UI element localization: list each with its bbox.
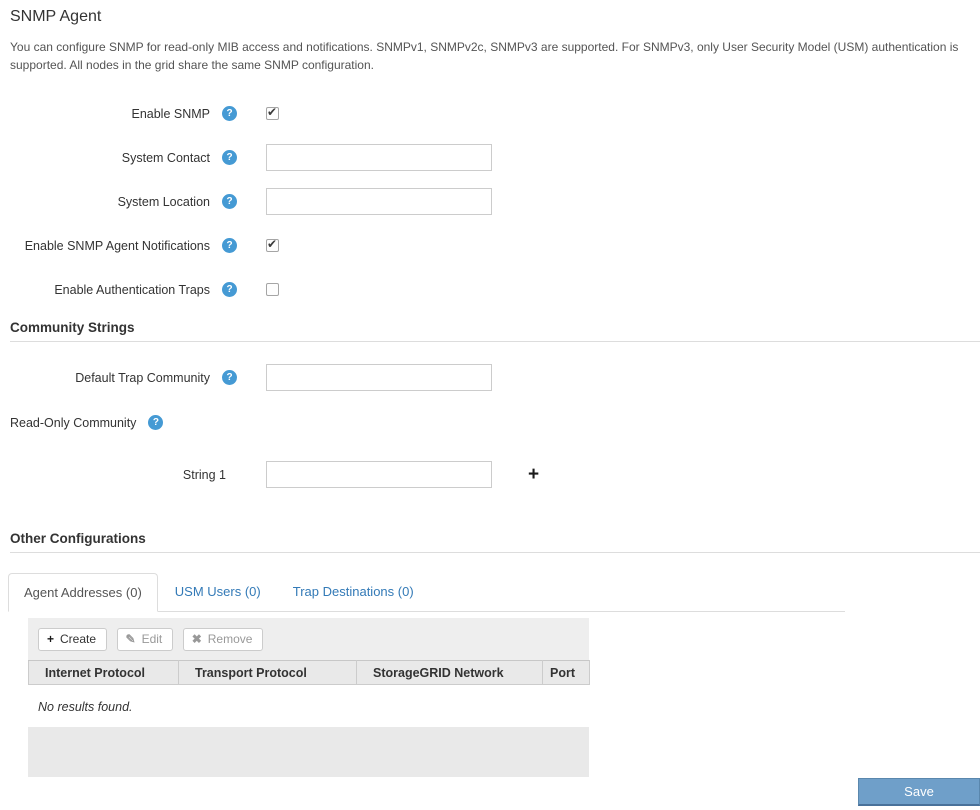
help-icon[interactable]: ?	[222, 106, 237, 121]
pencil-icon: ✎	[125, 632, 136, 646]
table-header-row: Internet Protocol Transport Protocol Sto…	[28, 660, 590, 685]
auth-traps-checkbox[interactable]	[266, 283, 279, 296]
section-divider	[10, 341, 980, 342]
enable-snmp-row: Enable SNMP ?	[10, 100, 980, 127]
agent-notifications-checkbox[interactable]	[266, 237, 279, 252]
tab-usm-users[interactable]: USM Users (0)	[160, 573, 276, 611]
help-icon[interactable]: ?	[222, 282, 237, 297]
help-icon[interactable]: ?	[222, 370, 237, 385]
table-footer	[28, 727, 589, 777]
other-configurations-section: Other Configurations Agent Addresses (0)…	[8, 531, 980, 777]
edit-button-label: Edit	[141, 632, 163, 646]
community-strings-heading: Community Strings	[10, 320, 135, 335]
default-trap-community-label: Default Trap Community	[75, 370, 210, 385]
column-header-transport-protocol[interactable]: Transport Protocol	[178, 660, 357, 685]
other-configurations-tabs: Agent Addresses (0) USM Users (0) Trap D…	[8, 573, 845, 612]
column-header-port[interactable]: Port	[542, 660, 590, 685]
tab-agent-addresses[interactable]: Agent Addresses (0)	[8, 573, 158, 612]
tab-trap-destinations[interactable]: Trap Destinations (0)	[278, 573, 429, 611]
string-1-label: String 1	[182, 467, 226, 482]
system-contact-row: System Contact ?	[10, 144, 980, 171]
string-1-input[interactable]	[266, 461, 492, 488]
column-header-storagegrid-network[interactable]: StorageGRID Network	[356, 660, 543, 685]
community-strings-section: Community Strings Default Trap Community…	[10, 320, 980, 488]
save-button[interactable]: Save	[858, 778, 980, 806]
agent-notifications-label: Enable SNMP Agent Notifications	[24, 238, 210, 253]
page-title: SNMP Agent	[10, 8, 102, 25]
agent-addresses-toolbar: + Create ✎ Edit ✖ Remove	[28, 618, 589, 660]
system-location-row: System Location ?	[10, 188, 980, 215]
no-results-message: No results found.	[38, 700, 133, 714]
edit-button[interactable]: ✎ Edit	[116, 628, 174, 651]
default-trap-community-input[interactable]	[266, 364, 492, 391]
agent-addresses-pane: + Create ✎ Edit ✖ Remove Internet Protocol …	[28, 618, 590, 777]
string-1-row: String 1 +	[10, 461, 980, 488]
auth-traps-row: Enable Authentication Traps ?	[10, 276, 980, 303]
system-contact-label: System Contact	[121, 150, 210, 165]
create-button[interactable]: + Create	[38, 628, 108, 651]
add-string-icon[interactable]: +	[528, 465, 539, 484]
remove-button[interactable]: ✖ Remove	[182, 628, 264, 651]
system-contact-input[interactable]	[266, 144, 492, 171]
read-only-community-label: Read-Only Community	[10, 415, 137, 430]
column-header-internet-protocol[interactable]: Internet Protocol	[28, 660, 179, 685]
other-configurations-heading: Other Configurations	[10, 531, 146, 546]
create-button-label: Create	[60, 632, 97, 646]
agent-addresses-table: Internet Protocol Transport Protocol Sto…	[28, 660, 590, 685]
help-icon[interactable]: ?	[148, 415, 164, 430]
snmp-agent-page: SNMP Agent You can configure SNMP for re…	[0, 0, 980, 777]
page-description: You can configure SNMP for read-only MIB…	[10, 40, 959, 72]
auth-traps-label: Enable Authentication Traps	[54, 282, 210, 297]
agent-notifications-row: Enable SNMP Agent Notifications ?	[10, 232, 980, 259]
read-only-community-row: Read-Only Community ?	[10, 415, 980, 430]
system-location-input[interactable]	[266, 188, 492, 215]
help-icon[interactable]: ?	[222, 150, 237, 165]
help-icon[interactable]: ?	[222, 238, 237, 253]
help-icon[interactable]: ?	[222, 194, 237, 209]
default-trap-community-row: Default Trap Community ?	[10, 364, 980, 391]
enable-snmp-checkbox[interactable]	[266, 105, 279, 120]
remove-button-label: Remove	[207, 632, 253, 646]
section-divider	[10, 552, 980, 553]
enable-snmp-label: Enable SNMP	[131, 106, 210, 121]
plus-icon: +	[47, 632, 55, 646]
cross-icon: ✖	[191, 632, 202, 646]
system-location-label: System Location	[117, 194, 210, 209]
